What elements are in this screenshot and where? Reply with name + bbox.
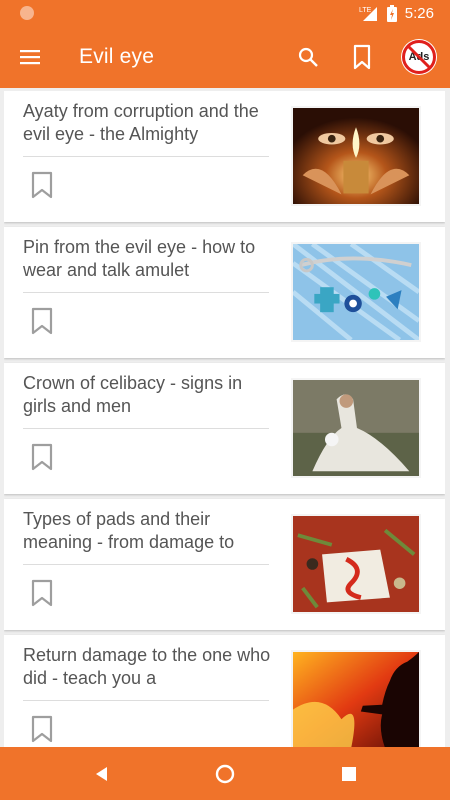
notification-icon [20, 6, 34, 20]
search-icon[interactable] [296, 45, 320, 69]
recent-apps-icon[interactable] [341, 766, 357, 782]
article-card[interactable]: Crown of celibacy - signs in girls and m… [4, 363, 445, 494]
bookmark-icon[interactable] [31, 579, 53, 607]
divider [23, 156, 269, 157]
article-title: Crown of celibacy - signs in girls and m… [23, 373, 243, 416]
article-thumbnail [291, 650, 421, 747]
article-card[interactable]: Return damage to the one who did - teach… [4, 635, 445, 747]
bookmark-icon[interactable] [31, 443, 53, 471]
battery-icon [386, 4, 397, 22]
article-title: Ayaty from corruption and the evil eye -… [23, 101, 259, 144]
status-bar: LTE 5:26 [0, 0, 450, 26]
article-card[interactable]: Ayaty from corruption and the evil eye -… [4, 91, 445, 222]
svg-text:LTE: LTE [359, 7, 372, 14]
article-thumbnail [291, 378, 421, 478]
article-thumbnail [291, 514, 421, 614]
article-card[interactable]: Pin from the evil eye - how to wear and … [4, 227, 445, 358]
bookmark-icon[interactable] [350, 44, 374, 70]
back-icon[interactable] [92, 764, 110, 784]
article-title: Types of pads and their meaning - from d… [23, 509, 235, 552]
menu-icon[interactable] [18, 45, 42, 69]
article-thumbnail [291, 242, 421, 342]
navigation-bar [0, 747, 450, 800]
page-title: Evil eye [79, 45, 155, 68]
article-thumbnail [291, 106, 421, 206]
bookmark-icon[interactable] [31, 307, 53, 335]
divider [23, 700, 269, 701]
divider [23, 564, 269, 565]
app-bar: Evil eye Ads [0, 26, 450, 88]
divider [23, 428, 269, 429]
clock: 5:26 [404, 4, 434, 22]
divider [23, 292, 269, 293]
bookmark-icon[interactable] [31, 715, 53, 743]
article-title: Pin from the evil eye - how to wear and … [23, 237, 256, 280]
no-ads-icon[interactable]: Ads [401, 39, 437, 75]
article-title: Return damage to the one who did - teach… [23, 645, 271, 688]
article-list: Ayaty from corruption and the evil eye -… [4, 91, 445, 747]
bookmark-icon[interactable] [31, 171, 53, 199]
home-icon[interactable] [214, 763, 236, 785]
lte-signal-icon: LTE [359, 7, 377, 21]
article-card[interactable]: Types of pads and their meaning - from d… [4, 499, 445, 630]
